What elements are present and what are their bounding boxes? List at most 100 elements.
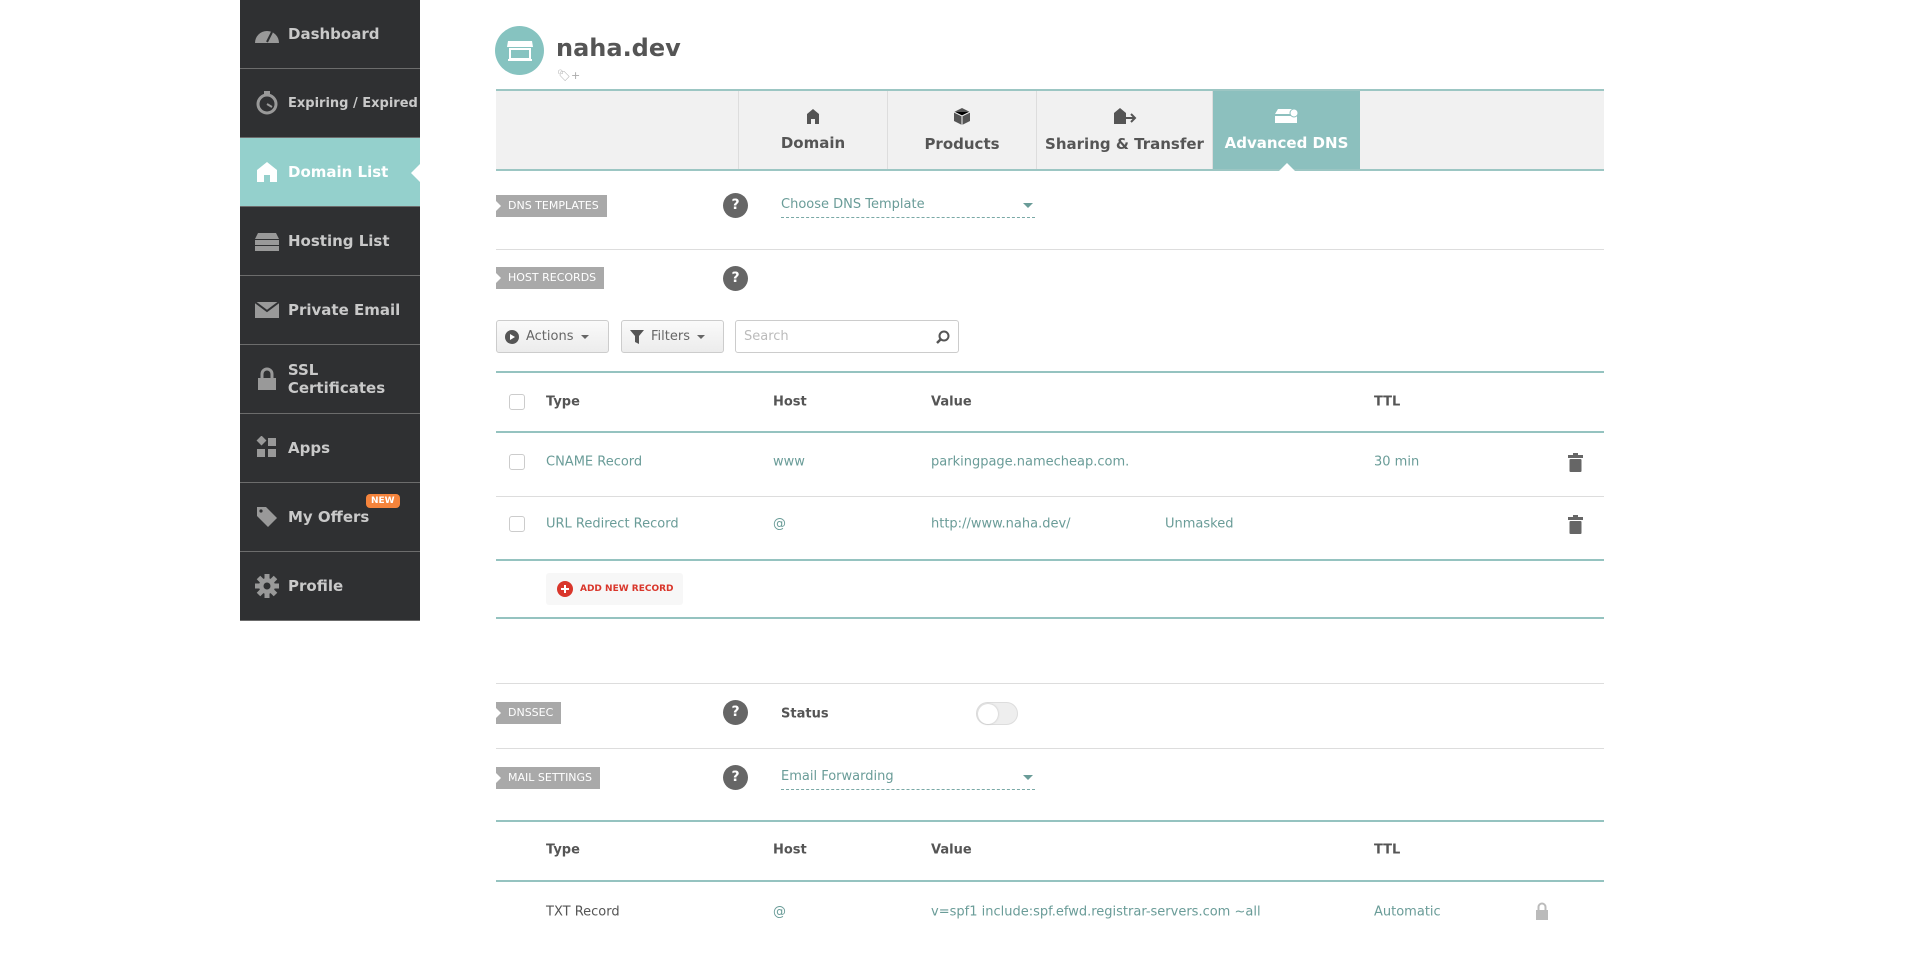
caret-down-icon <box>696 334 705 343</box>
dnssec-toggle[interactable] <box>976 702 1018 725</box>
gauge-icon <box>254 23 280 45</box>
sidebar-item-ssl[interactable]: SSL Certificates <box>240 345 420 414</box>
tab-label: Domain <box>780 134 846 152</box>
search-input[interactable]: Search <box>735 320 959 353</box>
table-top-line <box>496 820 1604 822</box>
dns-templates-help-icon[interactable]: ? <box>723 193 748 218</box>
table-header-line <box>496 431 1604 433</box>
server-icon <box>254 230 280 252</box>
sidebar-item-hosting-list[interactable]: Hosting List <box>240 207 420 276</box>
sidebar-item-label: Dashboard <box>288 25 380 43</box>
column-header-value: Value <box>931 394 972 410</box>
home-icon <box>807 109 819 124</box>
sidebar-item-private-email[interactable]: Private Email <box>240 276 420 345</box>
sidebar-item-label: My Offers <box>288 508 370 526</box>
chevron-down-icon <box>1023 203 1033 213</box>
column-header-ttl: TTL <box>1374 394 1401 410</box>
search-icon <box>936 330 950 344</box>
column-header-host: Host <box>773 394 807 410</box>
column-header-ttl: TTL <box>1374 842 1401 858</box>
record-value[interactable]: http://www.naha.dev/ <box>931 517 1071 532</box>
host-records-label: HOST RECORDS <box>496 267 605 289</box>
select-all-checkbox[interactable] <box>509 394 525 410</box>
page-title: naha.dev <box>556 34 681 62</box>
actions-button[interactable]: Actions <box>496 320 609 353</box>
envelope-icon <box>254 299 280 321</box>
tab-products[interactable]: Products <box>887 91 1036 169</box>
sidebar-item-dashboard[interactable]: Dashboard <box>240 0 420 69</box>
tab-label: Sharing & Transfer <box>1045 135 1204 153</box>
domain-store-icon <box>495 26 544 75</box>
column-header-type: Type <box>546 842 580 858</box>
trash-icon[interactable] <box>1568 453 1583 472</box>
record-ttl[interactable]: 30 min <box>1374 455 1419 470</box>
record-type[interactable]: CNAME Record <box>546 455 642 470</box>
tab-bar: Domain Products Sharing & Transfer Advan… <box>496 89 1604 171</box>
gear-icon <box>254 574 280 598</box>
sidebar-item-my-offers[interactable]: My Offers NEW <box>240 483 420 552</box>
lock-icon <box>254 367 280 390</box>
mail-settings-value: Email Forwarding <box>781 769 894 784</box>
tab-label: Products <box>924 135 1000 153</box>
table-top-line <box>496 371 1604 373</box>
dnssec-status-label: Status <box>781 706 829 722</box>
filter-icon <box>630 329 644 344</box>
tab-label: Advanced DNS <box>1224 134 1349 152</box>
host-records-help-icon[interactable]: ? <box>723 266 748 291</box>
sidebar-item-label: Hosting List <box>288 232 390 250</box>
divider <box>496 249 1604 250</box>
mail-settings-label: MAIL SETTINGS <box>496 767 601 789</box>
filters-label: Filters <box>651 329 690 344</box>
tab-sharing-transfer[interactable]: Sharing & Transfer <box>1036 91 1212 169</box>
row-checkbox[interactable] <box>509 454 525 470</box>
tag-icon <box>254 506 280 528</box>
mail-settings-help-icon[interactable]: ? <box>723 765 748 790</box>
record-host: @ <box>773 904 786 920</box>
home-icon <box>254 161 280 183</box>
add-new-record-button[interactable]: ADD NEW RECORD <box>546 573 683 605</box>
trash-icon[interactable] <box>1568 515 1583 534</box>
dns-template-select[interactable]: Choose DNS Template <box>781 194 1035 218</box>
sidebar-item-profile[interactable]: Profile <box>240 552 420 621</box>
record-host[interactable]: @ <box>773 517 786 532</box>
house-transfer-icon <box>1113 108 1136 124</box>
dnssec-label: DNSSEC <box>496 702 562 724</box>
add-new-record-label: ADD NEW RECORD <box>580 584 674 594</box>
sidebar-item-apps[interactable]: Apps <box>240 414 420 483</box>
sidebar-item-label: Apps <box>288 439 331 457</box>
section-bottom-line <box>496 617 1604 619</box>
chevron-down-icon <box>1023 775 1033 785</box>
record-type[interactable]: URL Redirect Record <box>546 517 679 532</box>
row-checkbox[interactable] <box>509 516 525 532</box>
sidebar-item-expiring[interactable]: Expiring / Expired <box>240 69 420 138</box>
divider <box>496 683 1604 684</box>
table-bottom-line <box>496 559 1604 561</box>
sidebar-item-label: Domain List <box>288 163 389 181</box>
sidebar-item-label: Expiring / Expired <box>288 95 418 111</box>
toggle-knob <box>978 704 998 724</box>
filters-button[interactable]: Filters <box>621 320 724 353</box>
tab-domain[interactable]: Domain <box>738 91 887 169</box>
column-header-host: Host <box>773 842 807 858</box>
table-header-line <box>496 880 1604 882</box>
sidebar-item-label: Private Email <box>288 301 401 319</box>
record-value[interactable]: parkingpage.namecheap.com. <box>931 455 1129 470</box>
dns-server-icon <box>1274 108 1298 123</box>
sidebar: Dashboard Expiring / Expired Domain List… <box>240 0 420 621</box>
record-type: TXT Record <box>546 904 620 920</box>
plus-circle-icon <box>557 581 573 597</box>
record-host[interactable]: www <box>773 455 805 470</box>
sidebar-item-domain-list[interactable]: Domain List <box>240 138 420 207</box>
column-header-value: Value <box>931 842 972 858</box>
row-divider <box>496 496 1604 497</box>
dnssec-help-icon[interactable]: ? <box>723 700 748 725</box>
dns-templates-label: DNS TEMPLATES <box>496 195 607 217</box>
new-badge: NEW <box>366 494 400 508</box>
divider <box>496 748 1604 749</box>
record-redirect-type[interactable]: Unmasked <box>1165 517 1233 532</box>
tab-advanced-dns[interactable]: Advanced DNS <box>1212 91 1360 171</box>
add-tag-icon[interactable]: 🏷+ <box>557 69 580 82</box>
sidebar-item-label: Profile <box>288 577 344 595</box>
mail-settings-select[interactable]: Email Forwarding <box>781 766 1035 790</box>
actions-label: Actions <box>526 329 574 344</box>
